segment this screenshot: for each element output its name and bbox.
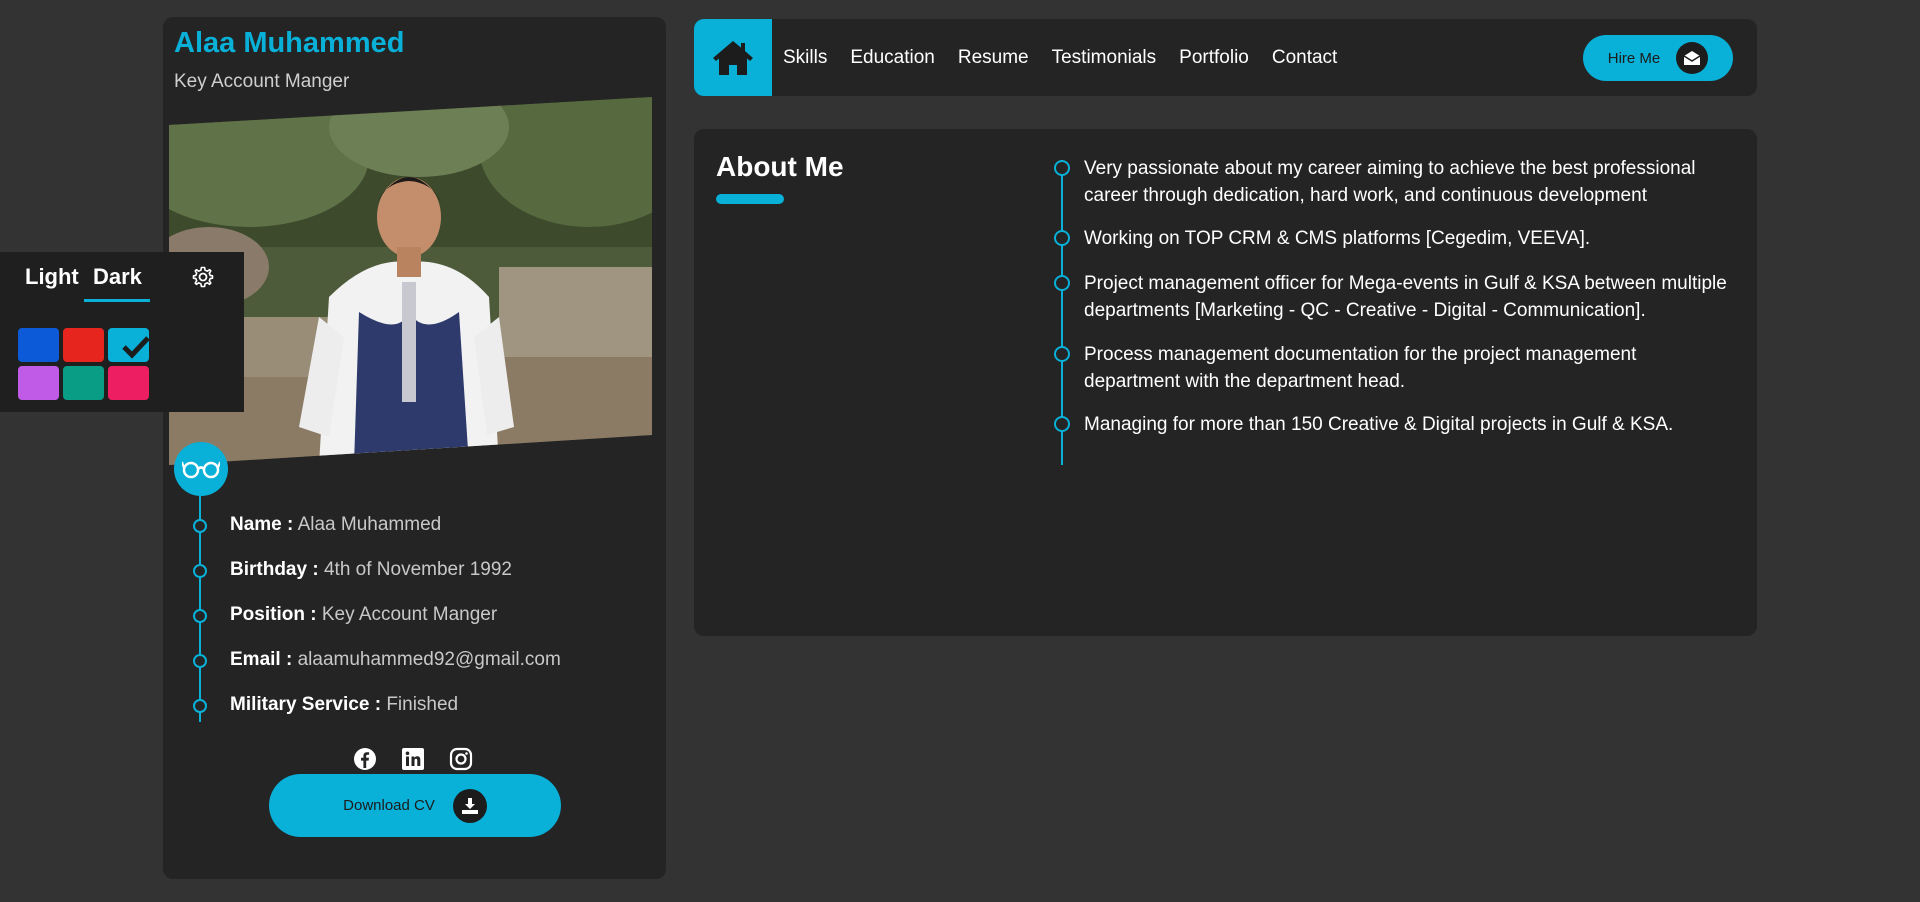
info-item-email: Email : alaamuhammed92@gmail.com [163, 646, 666, 676]
timeline-dot [193, 654, 207, 668]
info-item-military: Military Service : Finished [163, 691, 666, 721]
info-key: Name : [230, 514, 294, 535]
about-item-text: Very passionate about my career aiming t… [1084, 158, 1696, 206]
color-swatch[interactable] [18, 366, 59, 400]
info-key: Email : [230, 649, 293, 670]
about-item-text: Process management documentation for the… [1084, 344, 1637, 392]
glasses-icon [174, 442, 228, 496]
about-item-text: Managing for more than 150 Creative & Di… [1084, 414, 1674, 435]
timeline-dot [193, 564, 207, 578]
hire-me-label: Hire Me [1607, 49, 1661, 67]
profile-name: Alaa Muhammed [174, 27, 405, 59]
nav-link-testimonials[interactable]: Testimonials [1052, 47, 1157, 69]
info-key: Military Service : [230, 694, 382, 715]
social-links [353, 747, 473, 771]
gear-icon[interactable] [190, 264, 216, 290]
timeline-dot [1054, 275, 1070, 291]
info-item-position: Position : Key Account Manger [163, 601, 666, 631]
download-icon [452, 788, 487, 823]
timeline-dot [193, 699, 207, 713]
info-value: Key Account Manger [321, 604, 498, 625]
nav-link-portfolio[interactable]: Portfolio [1179, 47, 1249, 69]
instagram-icon[interactable] [449, 747, 473, 771]
home-icon[interactable] [694, 19, 772, 96]
color-swatch[interactable] [108, 366, 149, 400]
theme-mode-bar: Light Dark [0, 252, 244, 302]
about-item-text: Project management officer for Mega-even… [1084, 273, 1727, 321]
download-cv-button[interactable]: Download CV [269, 774, 561, 837]
info-key: Birthday : [230, 559, 319, 580]
timeline-dot [1054, 230, 1070, 246]
info-item-name: Name : Alaa Muhammed [163, 511, 666, 541]
check-icon [121, 334, 151, 365]
nav-link-education[interactable]: Education [850, 47, 935, 69]
nav-link-skills[interactable]: Skills [783, 47, 827, 69]
dark-mode-toggle[interactable]: Dark [93, 264, 142, 290]
info-value: Alaa Muhammed [297, 514, 442, 535]
nav-link-contact[interactable]: Contact [1272, 47, 1337, 69]
timeline-dot [1054, 416, 1070, 432]
hire-me-button[interactable]: Hire Me [1583, 35, 1733, 81]
about-item-text: Working on TOP CRM & CMS platforms [Cege… [1084, 228, 1591, 249]
timeline-dot [1054, 346, 1070, 362]
color-swatches [18, 328, 151, 400]
timeline-dot [193, 519, 207, 533]
info-value: Finished [386, 694, 459, 715]
info-key: Position : [230, 604, 317, 625]
nav-link-resume[interactable]: Resume [958, 47, 1029, 69]
color-swatch[interactable] [108, 328, 151, 365]
facebook-icon[interactable] [353, 747, 377, 771]
info-value: alaamuhammed92@gmail.com [297, 649, 561, 670]
timeline-dot [1054, 160, 1070, 176]
profile-role: Key Account Manger [174, 71, 350, 92]
light-mode-toggle[interactable]: Light [25, 264, 79, 290]
color-swatch[interactable] [63, 366, 104, 400]
top-navbar: Skills Education Resume Testimonials Por… [694, 19, 1757, 96]
about-title-underline [716, 194, 784, 204]
about-title: About Me [716, 151, 844, 182]
active-mode-indicator [84, 299, 150, 302]
profile-card: Alaa Muhammed Key Account Manger Name: … [163, 17, 666, 879]
info-item-birthday: Birthday : 4th of November 1992 [163, 556, 666, 586]
linkedin-icon[interactable] [401, 747, 425, 771]
about-card: About Me Very passionate about my career… [694, 129, 1757, 636]
theme-panel: Light Dark [0, 252, 244, 412]
download-cv-label: Download CV [343, 797, 435, 814]
info-value: 4th of November 1992 [323, 559, 512, 580]
envelope-icon [1676, 42, 1709, 74]
color-swatch[interactable] [18, 328, 59, 362]
timeline-dot [193, 609, 207, 623]
nav-links: Skills Education Resume Testimonials Por… [783, 19, 1360, 96]
color-swatch[interactable] [63, 328, 104, 362]
